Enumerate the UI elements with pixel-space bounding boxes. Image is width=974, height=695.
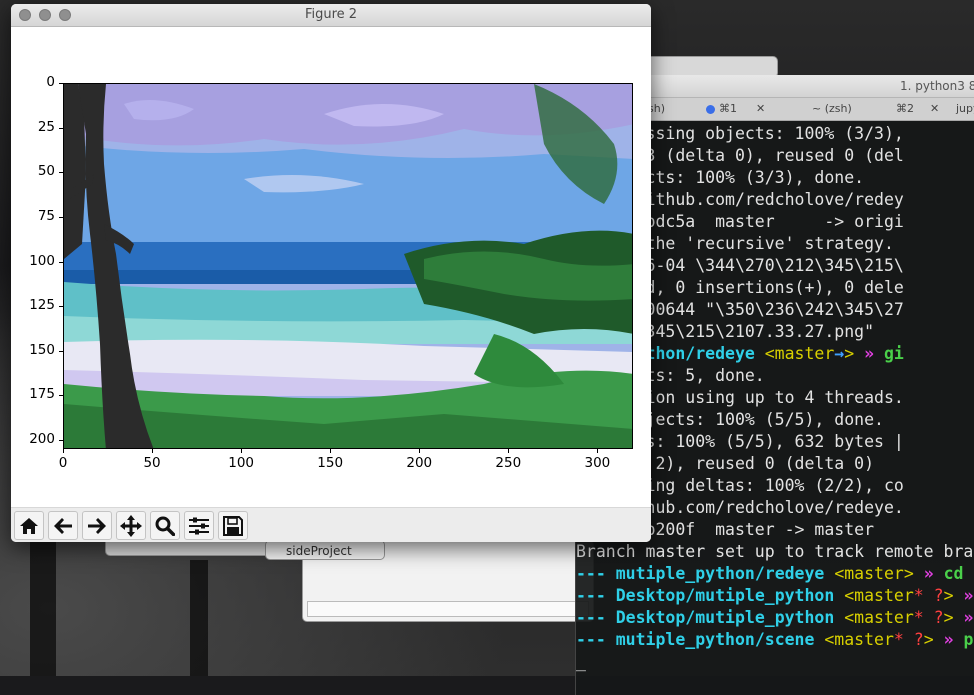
prompt-command: gi	[883, 344, 904, 363]
prompt-branch: <master	[844, 586, 914, 605]
terminal-prompt-line: --- Desktop/mutiple_python <master* ?> »…	[576, 607, 974, 629]
save-button[interactable]	[218, 511, 248, 540]
prompt-separator: »	[854, 344, 884, 363]
figure-titlebar[interactable]: Figure 2	[11, 4, 651, 27]
close-window-button[interactable]	[19, 9, 31, 21]
prompt-branch: <master>	[834, 564, 914, 583]
beach-image	[64, 84, 632, 448]
prompt-separator: »	[933, 630, 964, 649]
zoom-window-button[interactable]	[59, 9, 71, 21]
tab-2-close-icon[interactable]: ✕	[930, 98, 939, 120]
tab-jupyter[interactable]: jupy	[956, 98, 974, 120]
prompt-separator: »	[963, 608, 974, 627]
x-tick-mark	[597, 449, 599, 453]
y-tick-mark	[59, 83, 63, 84]
prompt-arrow: →	[834, 344, 845, 363]
wallpaper-tree	[30, 540, 56, 676]
prompt-path: Desktop/mutiple_python	[615, 586, 835, 605]
prompt-branch: <master	[764, 344, 835, 363]
prompt-branch-close: >	[844, 344, 855, 363]
x-tick-mark	[152, 449, 154, 453]
configure-subplots-icon	[189, 517, 209, 534]
x-tick-mark	[330, 449, 332, 453]
prompt-branch: <master	[824, 630, 894, 649]
minimize-window-button[interactable]	[39, 9, 51, 21]
prompt-command: p	[963, 630, 974, 649]
y-tick-label: 150	[29, 341, 55, 358]
figure-title: Figure 2	[304, 7, 358, 22]
forward-arrow-icon	[88, 517, 106, 534]
terminal-cursor[interactable]: _	[576, 651, 974, 673]
y-tick-label: 200	[29, 431, 55, 448]
finder-item-sideproject[interactable]: sideProject	[265, 540, 385, 560]
y-tick-label: 50	[37, 163, 55, 180]
x-tick-mark	[241, 449, 243, 453]
tab-zsh[interactable]: ~ (zsh)	[812, 98, 852, 120]
y-tick-mark	[59, 350, 63, 352]
terminal-prompt-line: --- mutiple_python/redeye <master> » cd	[576, 564, 964, 583]
y-tick-mark	[59, 172, 63, 174]
plot-canvas[interactable]: 0 25 50 75 100 125 150 175 200 0 50 100 150 200 250 30…	[11, 27, 651, 507]
y-tick-label: 100	[29, 252, 55, 269]
prompt-command: cd	[943, 564, 964, 583]
x-tick-label: 250	[495, 455, 522, 471]
configure-subplots-button[interactable]	[184, 511, 214, 540]
figure-window[interactable]: Figure 2 0 25 50 75 100 125 150 175 200 …	[11, 4, 651, 542]
y-tick-mark	[59, 261, 63, 263]
activity-dot-icon	[706, 104, 715, 114]
y-tick-label: 0	[46, 74, 55, 90]
image-axes[interactable]	[63, 83, 633, 449]
y-tick-label: 175	[29, 386, 55, 403]
back-arrow-icon	[54, 517, 72, 534]
x-tick-label: 0	[58, 455, 68, 471]
prompt-path: mutiple_python/scene	[615, 630, 815, 649]
pan-icon	[120, 514, 142, 537]
prompt-path: mutiple_python/redeye	[615, 564, 825, 583]
y-tick-mark	[59, 216, 63, 218]
x-tick-label: 300	[584, 455, 611, 471]
x-tick-label: 200	[406, 455, 433, 471]
prompt-branch: <master	[844, 608, 914, 627]
x-tick-label: 50	[143, 455, 161, 471]
terminal-prompt-line: --- Desktop/mutiple_python <master* ?> »	[576, 585, 974, 607]
wallpaper-tree	[190, 560, 208, 676]
back-button[interactable]	[48, 511, 78, 540]
prompt-untracked-flag: ?	[903, 630, 924, 649]
y-tick-mark	[59, 127, 63, 129]
prompt-dirty-flag: *	[913, 586, 924, 605]
terminal-line: Branch master set up to track remote bra	[576, 542, 974, 561]
y-tick-label: 125	[29, 297, 55, 314]
prompt-separator: »	[963, 586, 974, 605]
prompt-untracked-flag: ?	[923, 608, 944, 627]
prompt-separator: »	[913, 564, 944, 583]
zoom-button[interactable]	[150, 511, 180, 540]
y-tick-mark	[59, 306, 63, 308]
x-tick-label: 100	[228, 455, 255, 471]
navigation-toolbar	[11, 507, 651, 542]
x-tick-label: 150	[317, 455, 344, 471]
y-tick-label: 75	[37, 207, 55, 224]
home-icon	[20, 517, 38, 534]
forward-button[interactable]	[82, 511, 112, 540]
prompt-dirty-flag: *	[893, 630, 904, 649]
prompt-untracked-flag: ?	[923, 586, 944, 605]
y-tick-mark	[59, 440, 63, 442]
terminal-prompt-line: --- mutiple_python/scene <master* ?> » p	[576, 630, 974, 649]
x-tick-mark	[419, 449, 421, 453]
prompt-path: Desktop/mutiple_python	[615, 608, 835, 627]
y-tick-label: 25	[37, 118, 55, 135]
pan-button[interactable]	[116, 511, 146, 540]
x-tick-mark	[63, 449, 64, 453]
tab-1-shortcut[interactable]: ⌘1	[706, 98, 737, 120]
save-icon	[223, 515, 243, 536]
zoom-icon	[155, 516, 175, 536]
tab-2-shortcut[interactable]: ⌘2	[896, 98, 914, 120]
prompt-dirty-flag: *	[913, 608, 924, 627]
scrollbar[interactable]	[307, 601, 589, 617]
home-button[interactable]	[14, 511, 44, 540]
y-tick-mark	[59, 395, 63, 397]
x-tick-mark	[508, 449, 510, 453]
tab-1-close-icon[interactable]: ✕	[756, 98, 765, 120]
